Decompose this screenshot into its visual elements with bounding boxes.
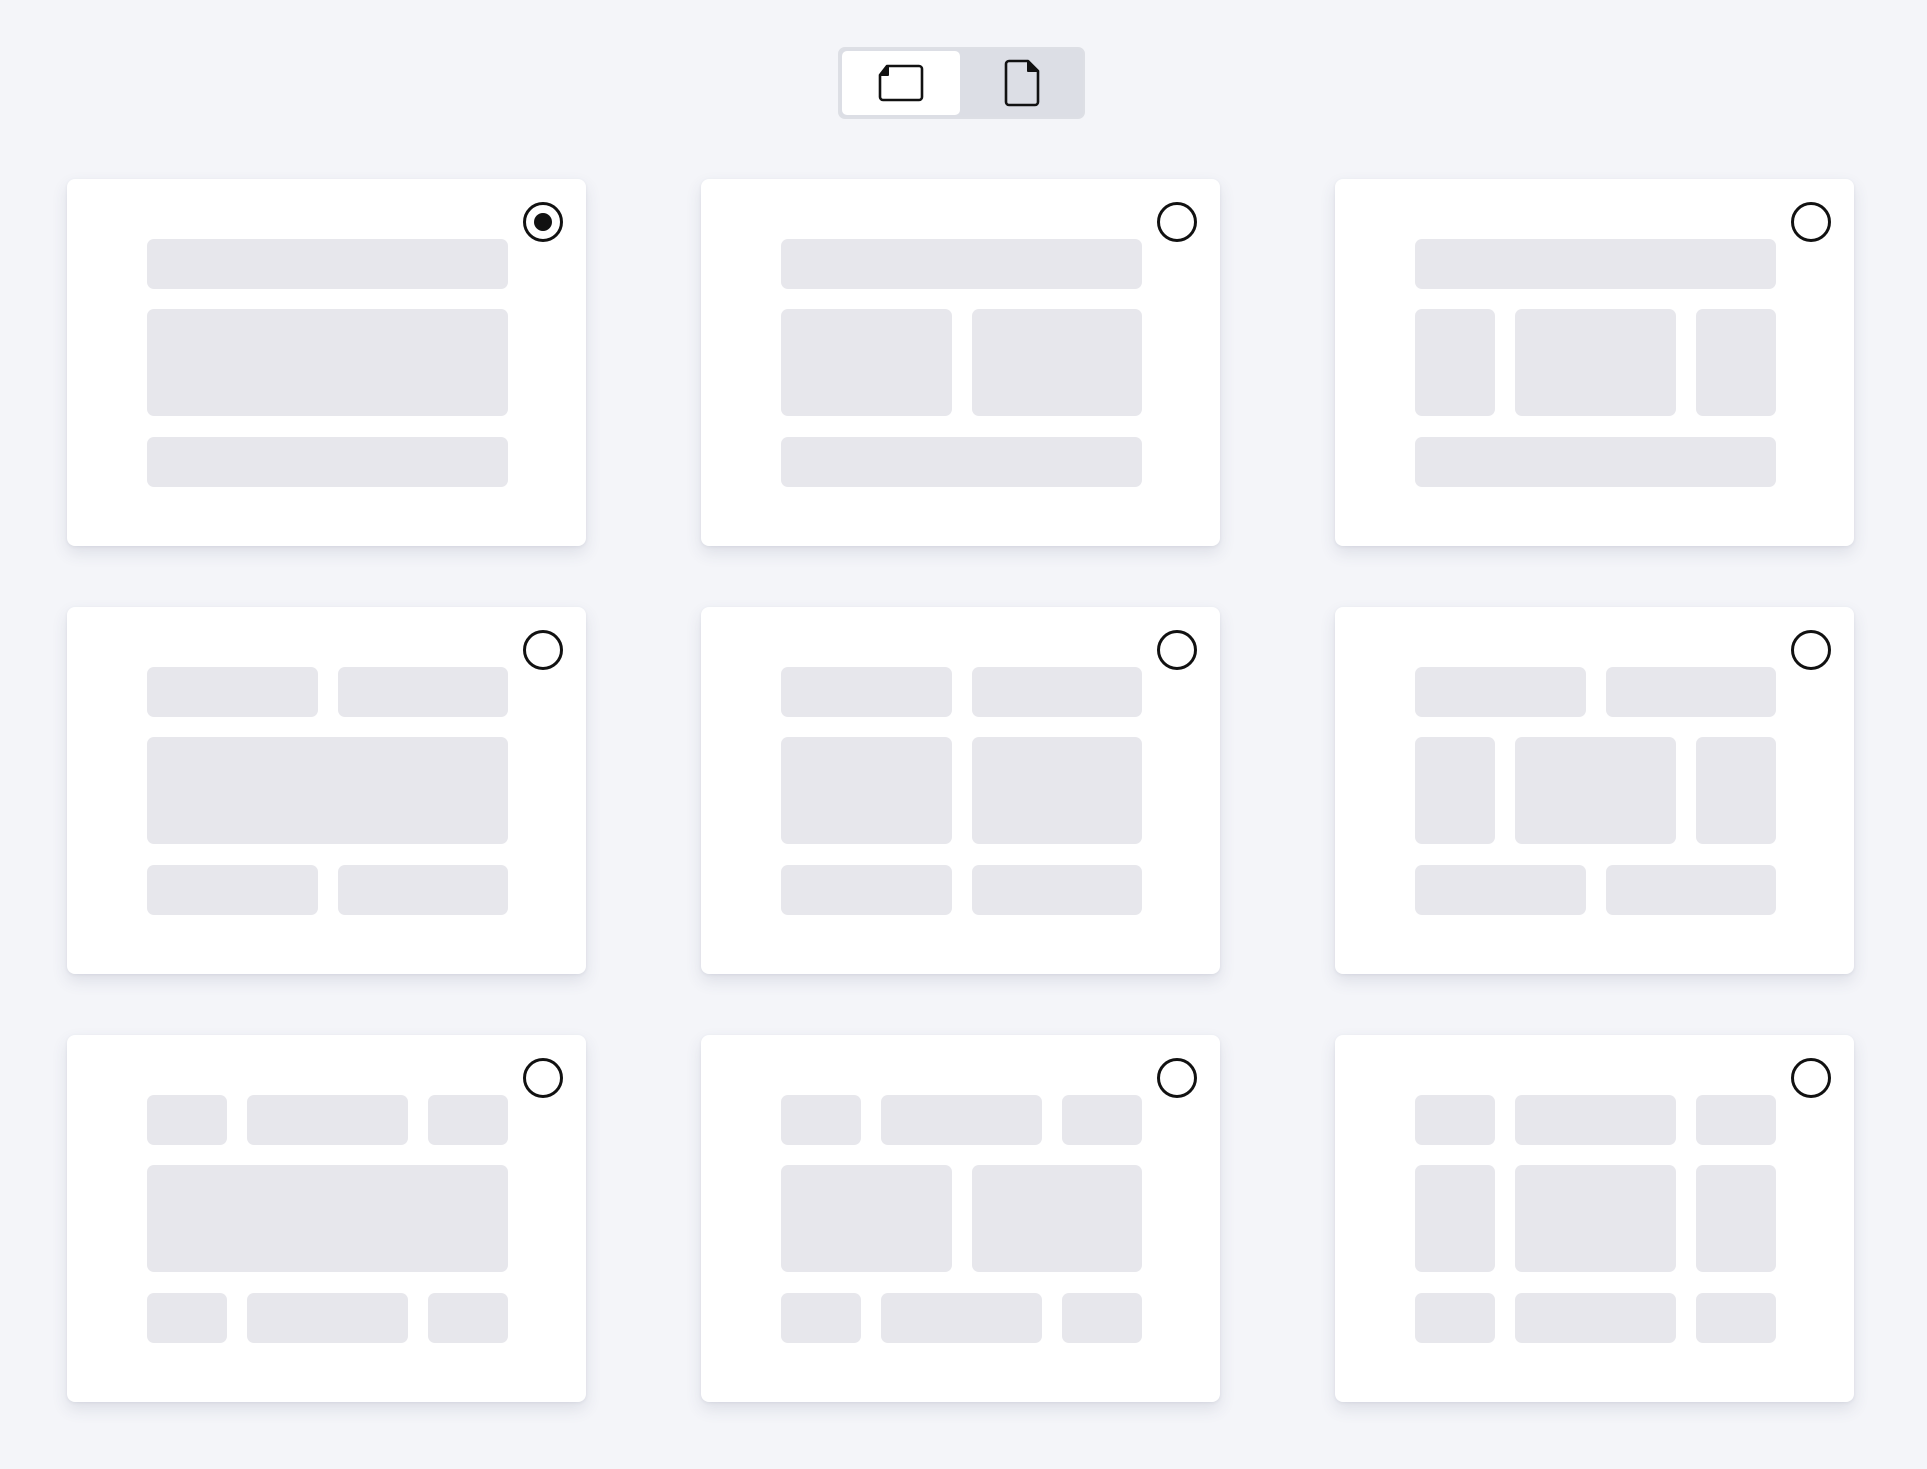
- body-placeholder-block: [1415, 309, 1495, 416]
- header-placeholder-block: [147, 1095, 227, 1145]
- body-placeholder-block: [1415, 737, 1495, 844]
- layout-option-card[interactable]: [701, 179, 1220, 546]
- footer-placeholder-block: [781, 865, 952, 915]
- header-placeholder-block: [1415, 239, 1776, 289]
- body-placeholder-block: [781, 309, 952, 416]
- body-placeholder-block: [971, 1165, 1142, 1272]
- layout-radio[interactable]: [1791, 202, 1831, 242]
- header-placeholder-block: [781, 1095, 861, 1145]
- body-placeholder-block: [147, 309, 508, 416]
- body-placeholder-block: [1415, 1165, 1495, 1272]
- footer-placeholder-block: [1415, 865, 1586, 915]
- header-placeholder-block: [247, 1095, 408, 1145]
- layout-option-card[interactable]: [67, 1035, 586, 1402]
- body-placeholder-block: [1696, 737, 1776, 844]
- body-placeholder-block: [1696, 1165, 1776, 1272]
- footer-placeholder-block: [147, 1293, 227, 1343]
- footer-placeholder-block: [1605, 865, 1776, 915]
- landscape-page-icon: [878, 63, 924, 103]
- footer-placeholder-block: [781, 1293, 861, 1343]
- layout-radio[interactable]: [1157, 202, 1197, 242]
- layout-option-card[interactable]: [1335, 607, 1854, 974]
- footer-placeholder-block: [247, 1293, 408, 1343]
- portrait-page-icon: [1003, 59, 1041, 107]
- body-placeholder-block: [1515, 1165, 1676, 1272]
- body-placeholder-block: [781, 1165, 952, 1272]
- layout-option-card[interactable]: [1335, 1035, 1854, 1402]
- body-placeholder-block: [971, 737, 1142, 844]
- body-placeholder-block: [781, 737, 952, 844]
- layout-radio[interactable]: [1157, 630, 1197, 670]
- layout-radio[interactable]: [1157, 1058, 1197, 1098]
- header-placeholder-block: [428, 1095, 508, 1145]
- header-placeholder-block: [147, 239, 508, 289]
- layout-radio[interactable]: [523, 202, 563, 242]
- layout-option-card[interactable]: [1335, 179, 1854, 546]
- body-placeholder-block: [1696, 309, 1776, 416]
- layout-option-card[interactable]: [701, 607, 1220, 974]
- footer-placeholder-block: [1415, 1293, 1495, 1343]
- landscape-option[interactable]: [842, 51, 960, 115]
- header-placeholder-block: [337, 667, 508, 717]
- header-placeholder-block: [881, 1095, 1042, 1145]
- header-placeholder-block: [781, 239, 1142, 289]
- footer-placeholder-block: [147, 437, 508, 487]
- orientation-toggle: [838, 47, 1085, 119]
- body-placeholder-block: [1515, 737, 1676, 844]
- footer-placeholder-block: [971, 865, 1142, 915]
- header-placeholder-block: [147, 667, 318, 717]
- footer-placeholder-block: [1415, 437, 1776, 487]
- body-placeholder-block: [971, 309, 1142, 416]
- header-placeholder-block: [1515, 1095, 1676, 1145]
- layout-radio[interactable]: [1791, 630, 1831, 670]
- footer-placeholder-block: [881, 1293, 1042, 1343]
- header-placeholder-block: [1415, 1095, 1495, 1145]
- layout-radio[interactable]: [1791, 1058, 1831, 1098]
- body-placeholder-block: [1515, 309, 1676, 416]
- layout-radio[interactable]: [523, 630, 563, 670]
- header-placeholder-block: [781, 667, 952, 717]
- body-placeholder-block: [147, 1165, 508, 1272]
- header-placeholder-block: [1415, 667, 1586, 717]
- footer-placeholder-block: [1515, 1293, 1676, 1343]
- footer-placeholder-block: [337, 865, 508, 915]
- body-placeholder-block: [147, 737, 508, 844]
- footer-placeholder-block: [428, 1293, 508, 1343]
- header-placeholder-block: [1605, 667, 1776, 717]
- footer-placeholder-block: [147, 865, 318, 915]
- header-placeholder-block: [1062, 1095, 1142, 1145]
- layout-option-card[interactable]: [67, 607, 586, 974]
- layout-option-card[interactable]: [67, 179, 586, 546]
- header-placeholder-block: [1696, 1095, 1776, 1145]
- header-placeholder-block: [971, 667, 1142, 717]
- portrait-option[interactable]: [964, 51, 1082, 115]
- footer-placeholder-block: [1062, 1293, 1142, 1343]
- footer-placeholder-block: [1696, 1293, 1776, 1343]
- layout-radio[interactable]: [523, 1058, 563, 1098]
- footer-placeholder-block: [781, 437, 1142, 487]
- layout-option-card[interactable]: [701, 1035, 1220, 1402]
